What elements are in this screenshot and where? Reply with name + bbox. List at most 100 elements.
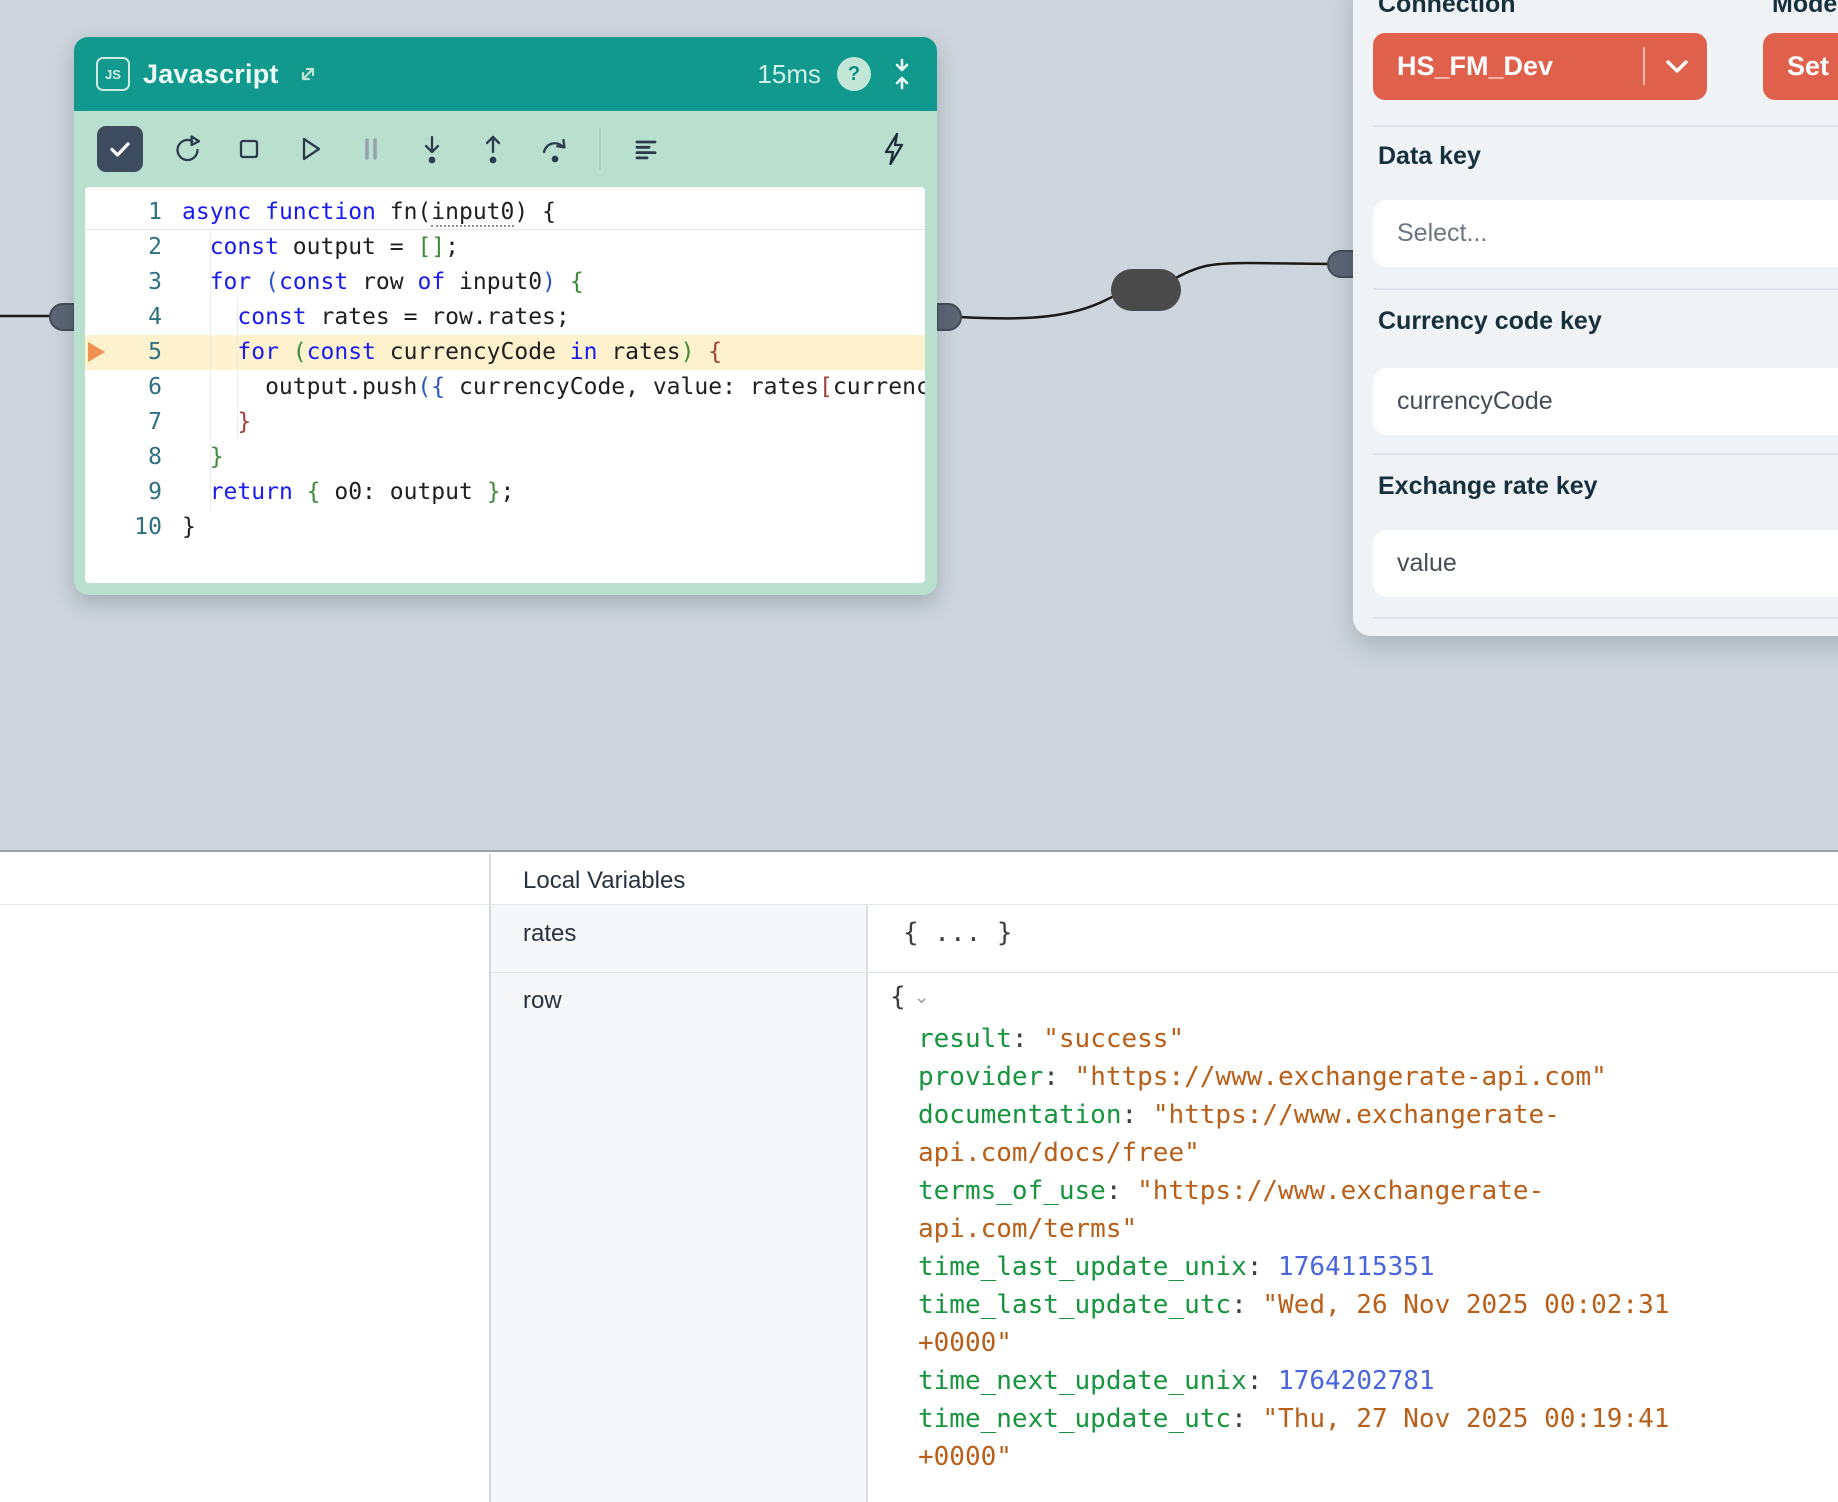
step-out-icon [477, 133, 509, 165]
code-line[interactable]: for (const currencyCode in rates) { [182, 335, 925, 370]
play-button[interactable] [294, 133, 326, 165]
step-out-button[interactable] [477, 133, 509, 165]
line-number[interactable]: 3 [85, 265, 162, 300]
json-entry: time_next_update_utc: "Thu, 27 Nov 2025 … [918, 1400, 1708, 1476]
currency-code-key-input[interactable]: currencyCode [1373, 368, 1838, 435]
line-number[interactable]: 8 [85, 440, 162, 475]
stop-button[interactable] [233, 133, 265, 165]
lightning-icon [879, 131, 911, 167]
exchange-rate-key-label: Exchange rate key [1378, 472, 1598, 501]
stop-icon [233, 133, 265, 165]
json-entry: result: "success" [918, 1020, 1708, 1058]
pause-icon [355, 133, 387, 165]
format-icon [630, 133, 662, 165]
wire-handle[interactable] [1111, 269, 1181, 311]
collapse-chevron-icon[interactable]: ⌄ [914, 986, 930, 1009]
check-icon [107, 136, 133, 162]
currency-code-key-label: Currency code key [1378, 307, 1602, 336]
json-entry: time_last_update_utc: "Wed, 26 Nov 2025 … [918, 1286, 1708, 1362]
header-divider [0, 904, 1838, 905]
trigger-run-button[interactable] [879, 131, 911, 167]
json-object-entries: result: "success"provider: "https://www.… [918, 1020, 1708, 1476]
currency-code-key-value: currencyCode [1397, 387, 1553, 416]
debugger-position-arrow [88, 342, 105, 362]
variable-value-rates[interactable]: { ... } [903, 918, 1013, 948]
line-number[interactable]: 10 [85, 510, 162, 545]
execution-duration: 15ms [757, 59, 821, 90]
code-line[interactable]: } [182, 405, 925, 440]
line-number-gutter[interactable]: 12345678910 [85, 195, 162, 545]
line-number[interactable]: 1 [85, 195, 162, 230]
mode-set-button[interactable]: Set [1763, 33, 1838, 100]
code-line[interactable]: return { o0: output }; [182, 475, 925, 510]
line-number[interactable]: 2 [85, 230, 162, 265]
variable-value-row-open[interactable]: { ⌄ [890, 982, 930, 1012]
expand-icon[interactable] [295, 61, 321, 87]
pause-button[interactable] [355, 133, 387, 165]
code-line[interactable]: } [182, 510, 925, 545]
data-key-select[interactable]: Select... [1373, 200, 1838, 267]
collapse-icon[interactable] [889, 58, 915, 90]
code-line[interactable]: output.push({ currencyCode, value: rates… [182, 370, 925, 405]
restart-button[interactable] [172, 133, 204, 165]
code-line[interactable]: const rates = row.rates; [182, 300, 925, 335]
node-input-port[interactable] [49, 303, 75, 331]
flow-canvas[interactable]: JS Javascript 15ms ? [0, 0, 1838, 852]
line-number[interactable]: 6 [85, 370, 162, 405]
section-divider [1373, 453, 1838, 455]
run-check-button[interactable] [97, 126, 143, 172]
code-content[interactable]: async function fn(input0) { const output… [182, 195, 925, 545]
data-key-label: Data key [1378, 142, 1481, 171]
exchange-rate-key-value: value [1397, 549, 1457, 578]
play-icon [294, 133, 326, 165]
local-variables-title: Local Variables [523, 867, 685, 895]
row-divider [491, 972, 1838, 973]
help-icon[interactable]: ? [837, 57, 871, 91]
exchange-rate-key-input[interactable]: value [1373, 530, 1838, 597]
variable-value-row-body: result: "success"provider: "https://www.… [890, 1020, 1708, 1476]
restart-icon [172, 133, 204, 165]
section-divider [1373, 288, 1838, 290]
step-over-button[interactable] [538, 133, 570, 165]
open-brace: { [890, 982, 906, 1012]
button-divider [1643, 47, 1645, 85]
data-key-placeholder: Select... [1397, 219, 1487, 248]
connection-value: HS_FM_Dev [1397, 51, 1553, 82]
panel-vertical-divider[interactable] [489, 854, 491, 1502]
javascript-node[interactable]: JS Javascript 15ms ? [74, 37, 937, 595]
mode-label: Mode [1772, 0, 1837, 19]
chevron-down-icon [1665, 59, 1689, 74]
debug-variables-panel: Local Variables rates { ... } row { ⌄ re… [0, 850, 1838, 1502]
node-header[interactable]: JS Javascript 15ms ? [74, 37, 937, 111]
node-output-port[interactable] [936, 303, 962, 331]
variable-name-rates[interactable]: rates [523, 920, 576, 948]
code-editor[interactable]: 12345678910 async function fn(input0) { … [85, 187, 925, 583]
line-number[interactable]: 9 [85, 475, 162, 510]
section-divider [1373, 617, 1838, 619]
node-config-panel: Connection Mode HS_FM_Dev Set Data key S… [1353, 0, 1838, 636]
variable-name-row[interactable]: row [523, 987, 562, 1015]
line-number[interactable]: 7 [85, 405, 162, 440]
code-line[interactable]: for (const row of input0) { [182, 265, 925, 300]
debug-toolbar [74, 111, 937, 187]
step-over-icon [538, 133, 570, 165]
json-entry: terms_of_use: "https://www.exchangerate-… [918, 1172, 1708, 1248]
json-entry: documentation: "https://www.exchangerate… [918, 1096, 1708, 1172]
code-line[interactable]: const output = []; [182, 230, 925, 265]
json-entry: time_next_update_unix: 1764202781 [918, 1362, 1708, 1400]
toolbar-divider [599, 128, 601, 170]
code-line[interactable]: async function fn(input0) { [182, 195, 925, 230]
json-entry: provider: "https://www.exchangerate-api.… [918, 1058, 1708, 1096]
step-into-icon [416, 133, 448, 165]
line-number[interactable]: 4 [85, 300, 162, 335]
format-button[interactable] [630, 133, 662, 165]
code-line[interactable]: } [182, 440, 925, 475]
connection-select-button[interactable]: HS_FM_Dev [1373, 33, 1707, 100]
node-title: Javascript [143, 59, 279, 90]
json-entry: time_last_update_unix: 1764115351 [918, 1248, 1708, 1286]
section-divider [1373, 125, 1838, 127]
js-badge-icon: JS [96, 57, 130, 91]
workflow-editor: JS Javascript 15ms ? [0, 0, 1838, 1502]
step-into-button[interactable] [416, 133, 448, 165]
mode-button-label: Set [1787, 51, 1829, 82]
